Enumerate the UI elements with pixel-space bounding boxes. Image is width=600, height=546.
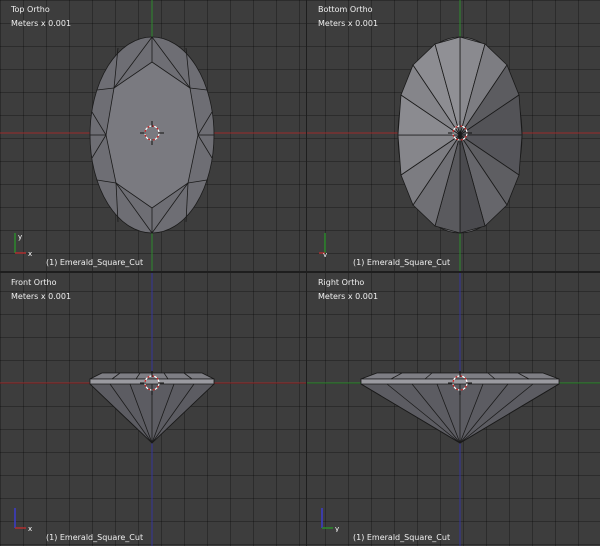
gem-mesh-front <box>89 372 215 444</box>
viewport-units: Meters x 0.001 <box>11 19 72 28</box>
svg-text:y: y <box>323 251 327 257</box>
axis-gizmo-icon: y x <box>14 233 32 257</box>
viewport-bottom-ortho[interactable]: Bottom Ortho Meters x 0.001 y (1) Emeral… <box>307 0 600 271</box>
active-object-label: (1) Emerald_Square_Cut <box>46 258 144 267</box>
gem-mesh-right <box>360 372 560 444</box>
viewport-title: Bottom Ortho <box>318 5 373 14</box>
svg-text:y: y <box>18 233 22 241</box>
front-view-canvas <box>0 273 306 546</box>
viewport-title: Right Ortho <box>318 278 365 287</box>
svg-text:x: x <box>28 525 32 532</box>
viewport-top-ortho[interactable]: Top Ortho Meters x 0.001 y x (1) Emerald… <box>0 0 306 271</box>
viewport-title: Top Ortho <box>11 5 50 14</box>
axis-gizmo-icon: x <box>14 508 32 532</box>
viewport-units: Meters x 0.001 <box>11 292 72 301</box>
axis-gizmo-icon: y <box>319 233 327 257</box>
gem-mesh-top <box>89 36 215 234</box>
svg-text:x: x <box>28 250 32 257</box>
viewport-right-ortho[interactable]: Right Ortho Meters x 0.001 y (1) Emerald… <box>307 273 600 546</box>
top-view-canvas <box>0 0 306 271</box>
axis-gizmo-icon: y <box>321 508 339 532</box>
bottom-view-canvas <box>307 0 600 271</box>
svg-text:y: y <box>335 525 339 532</box>
viewport-front-ortho[interactable]: Front Ortho Meters x 0.001 x (1) Emerald… <box>0 273 306 546</box>
viewport-title: Front Ortho <box>11 278 57 287</box>
viewport-units: Meters x 0.001 <box>318 292 379 301</box>
active-object-label: (1) Emerald_Square_Cut <box>353 258 451 267</box>
active-object-label: (1) Emerald_Square_Cut <box>353 533 451 542</box>
right-view-canvas <box>307 273 600 546</box>
viewport-units: Meters x 0.001 <box>318 19 379 28</box>
gem-mesh-bottom <box>397 36 523 234</box>
active-object-label: (1) Emerald_Square_Cut <box>46 533 144 542</box>
